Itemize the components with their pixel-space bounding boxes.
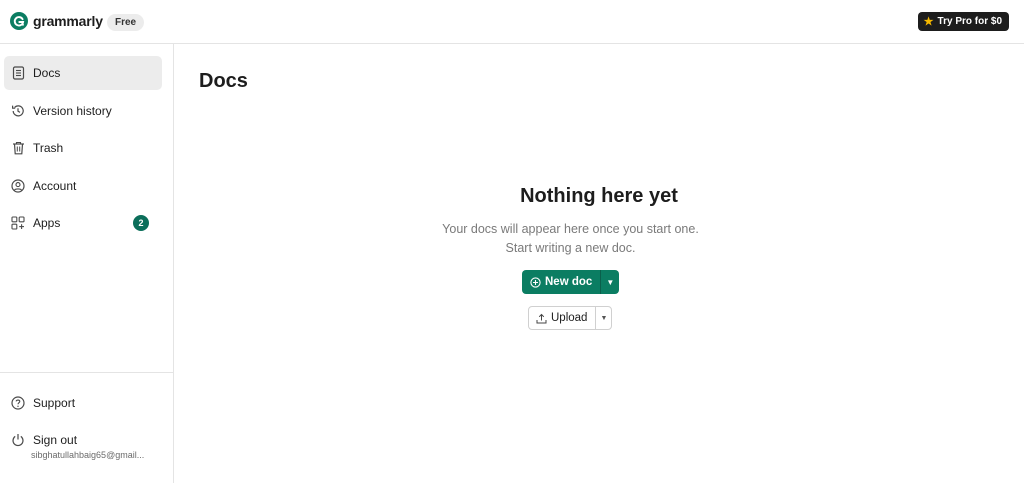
brand[interactable]: grammarly: [10, 12, 103, 30]
sidebar-divider: [0, 372, 174, 373]
history-icon: [11, 104, 25, 118]
apps-icon: [11, 216, 25, 230]
chevron-down-icon: ▼: [600, 314, 608, 322]
account-icon: [11, 179, 25, 193]
upload-icon: [536, 313, 547, 323]
plus-circle-icon: [530, 276, 541, 288]
new-doc-button[interactable]: New doc: [522, 270, 601, 294]
brand-name: grammarly: [33, 13, 103, 29]
sidebar-item-label: Docs: [33, 66, 61, 80]
sidebar-item-docs[interactable]: Docs: [4, 56, 162, 90]
account-email: sibghatullahbaig65@gmail...: [31, 450, 145, 460]
sidebar-item-label: Apps: [33, 216, 61, 230]
sidebar-item-apps[interactable]: Apps 2: [4, 206, 162, 240]
upload-label: Upload: [551, 312, 588, 324]
sidebar: Docs Version history Trash Account Apps …: [0, 44, 174, 483]
sidebar-item-label: Support: [33, 396, 76, 410]
try-pro-label: Try Pro for $0: [937, 16, 1002, 27]
upload-button[interactable]: Upload: [529, 307, 595, 329]
sidebar-item-account[interactable]: Account: [4, 169, 162, 203]
sidebar-item-support[interactable]: Support: [4, 386, 162, 420]
empty-state-text: Your docs will appear here once you star…: [442, 222, 699, 236]
empty-state-text: Start writing a new doc.: [505, 241, 636, 255]
new-doc-split-button: New doc ▼: [522, 270, 620, 294]
apps-count-badge: 2: [133, 215, 149, 231]
new-doc-label: New doc: [545, 276, 593, 288]
sidebar-item-version-history[interactable]: Version history: [4, 94, 162, 128]
try-pro-button[interactable]: ★ Try Pro for $0: [917, 12, 1009, 31]
trash-icon: [11, 141, 25, 155]
sidebar-item-label: Trash: [33, 141, 64, 155]
empty-state-title: Nothing here yet: [520, 185, 678, 207]
top-bar: grammarly Free ★ Try Pro for $0: [0, 0, 1024, 44]
help-icon: [11, 396, 25, 410]
upload-dropdown-button[interactable]: ▼: [595, 307, 611, 329]
sidebar-item-label: Sign out: [33, 433, 78, 447]
power-icon: [11, 433, 25, 447]
star-icon: ★: [923, 16, 934, 28]
sidebar-item-label: Account: [33, 179, 77, 193]
plan-badge: Free: [107, 14, 145, 31]
document-icon: [11, 66, 25, 80]
page-title: Docs: [199, 70, 248, 92]
sidebar-item-label: Version history: [33, 104, 112, 118]
new-doc-dropdown-button[interactable]: ▼: [600, 270, 620, 294]
chevron-down-icon: ▼: [606, 277, 615, 287]
grammarly-logo-icon: [10, 12, 28, 30]
sidebar-item-trash[interactable]: Trash: [4, 131, 162, 165]
upload-split-button: Upload ▼: [528, 306, 613, 330]
